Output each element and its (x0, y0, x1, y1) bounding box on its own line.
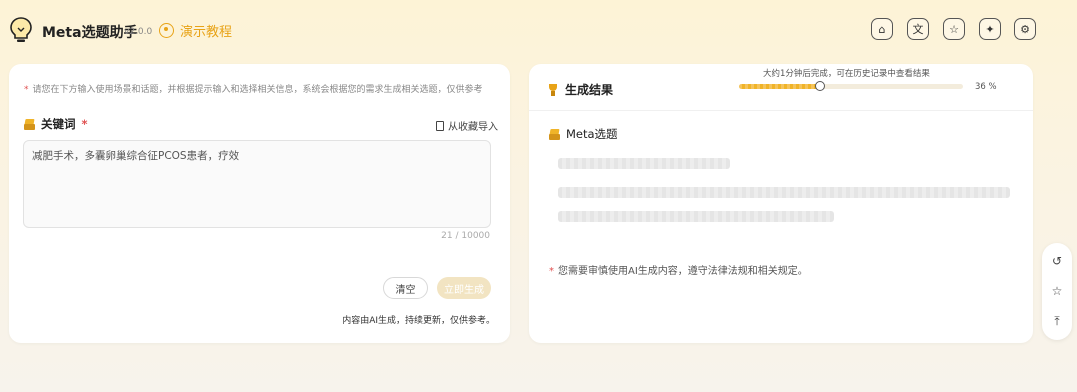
cube-icon (24, 119, 35, 130)
progress-text: 大约1分钟后完成，可在历史记录中查看结果 (763, 69, 930, 79)
ai-note: 内容由AI生成，持续更新，仅供参考。 (342, 316, 495, 326)
required-star: * (24, 85, 29, 95)
loading-skeleton-line (558, 211, 834, 222)
clear-button[interactable]: 清空 (383, 277, 428, 299)
settings-icon[interactable]: ⚙ (1014, 18, 1036, 40)
generate-button[interactable]: 立即生成 (437, 277, 491, 299)
version-label: v2.0.0 (124, 27, 153, 37)
meta-section-title: Meta选题 (566, 127, 618, 141)
import-from-favorites-button[interactable]: 从收藏导入 (436, 118, 498, 133)
result-panel: 生成结果 大约1分钟后完成，可在历史记录中查看结果 36 % Meta选题 * 您… (529, 64, 1033, 343)
favorite-icon[interactable]: ☆ (1049, 283, 1065, 299)
meta-section-heading: Meta选题 (549, 126, 618, 142)
keyword-label: 关键词 (41, 117, 76, 131)
back-to-top-icon[interactable]: ⤒ (1049, 313, 1065, 329)
divider (529, 110, 1033, 111)
keyword-input[interactable]: 减肥手术，多囊卵巢综合征PCOS患者，疗效 (23, 140, 491, 228)
char-counter: 21 / 10000 (441, 231, 490, 241)
app-header: Meta选题助手 v2.0.0 演示教程 ⌂ 文 ☆ ✦ ⚙ (0, 0, 1077, 60)
disclaimer-label: 您需要审慎使用AI生成内容，遵守法律法规和相关规定。 (558, 266, 808, 277)
notice-text: * 请您在下方输入使用场景和话题，并根据提示输入和选择相关信息，系统会根据您的需求… (24, 82, 483, 95)
side-toolbar: ↺ ☆ ⤒ (1042, 243, 1072, 340)
trophy-icon (547, 83, 559, 96)
cube-icon (549, 129, 560, 140)
result-heading: 生成结果 (547, 81, 613, 98)
history-icon[interactable]: ↺ (1049, 253, 1065, 269)
ai-assistant-icon[interactable]: ✦ (979, 18, 1001, 40)
required-star: * (549, 266, 554, 277)
keyword-heading: 关键词 * (24, 116, 88, 132)
progress-knob (815, 81, 825, 91)
import-label: 从收藏导入 (448, 122, 498, 133)
loading-skeleton-line (558, 187, 1010, 198)
progress-bar (739, 81, 963, 91)
disclaimer-text: * 您需要审慎使用AI生成内容，遵守法律法规和相关规定。 (549, 262, 808, 277)
notice-label: 请您在下方输入使用场景和话题，并根据提示输入和选择相关信息，系统会根据您的需求生… (32, 85, 483, 95)
tutorial-label: 演示教程 (180, 25, 233, 40)
document-icon (436, 120, 444, 131)
result-title: 生成结果 (565, 83, 614, 97)
loading-skeleton-line (558, 158, 730, 169)
lightbulb-logo-icon (10, 17, 32, 42)
tutorial-link[interactable]: 演示教程 (159, 21, 232, 40)
required-mark: * (81, 117, 88, 131)
input-panel: * 请您在下方输入使用场景和话题，并根据提示输入和选择相关信息，系统会根据您的需求… (9, 64, 510, 343)
progress-percent: 36 % (975, 82, 997, 92)
home-icon[interactable]: ⌂ (871, 18, 893, 40)
progress-fill (739, 84, 820, 89)
play-circle-icon (159, 23, 174, 38)
translate-icon[interactable]: 文 (907, 18, 929, 40)
star-icon[interactable]: ☆ (943, 18, 965, 40)
